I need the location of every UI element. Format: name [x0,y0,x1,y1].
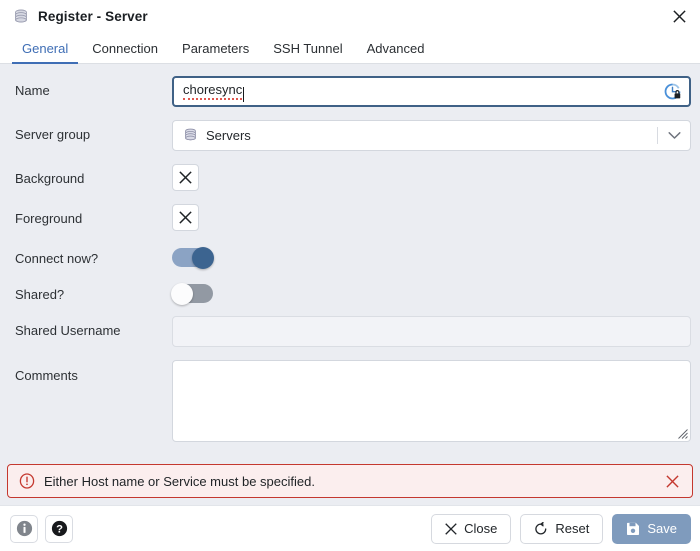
server-group-label: Server group [15,127,91,142]
tab-ssh-tunnel[interactable]: SSH Tunnel [261,33,354,63]
register-server-dialog: Register - Server General Connection Par… [0,0,700,551]
server-stack-icon [15,9,27,22]
field-row-connect-now: Connect now? [9,244,691,269]
tab-ssh-tunnel-label: SSH Tunnel [273,40,343,56]
tab-connection-label: Connection [92,40,159,56]
reset-button-label: Reset [555,521,590,536]
field-row-foreground: Foreground [9,204,691,231]
chevron-down-icon[interactable] [658,131,690,140]
field-row-shared-username: Shared Username [9,316,691,347]
dialog-title: Register - Server [38,9,148,24]
error-message-text: Either Host name or Service must be spec… [44,473,315,489]
tab-general-label: General [22,40,69,56]
comments-textarea[interactable] [172,360,691,442]
field-row-server-group: Server group Servers [9,120,691,151]
field-row-background: Background [9,164,691,191]
close-button-label: Close [464,521,498,536]
info-icon [16,520,32,537]
error-alert-banner: Either Host name or Service must be spec… [7,464,693,498]
reset-rotate-icon [534,521,548,536]
x-icon [445,522,457,535]
text-caret [243,87,245,102]
floppy-save-icon [626,522,640,536]
tab-advanced[interactable]: Advanced [355,33,437,63]
shared-username-input [172,316,691,347]
toggle-knob [171,282,193,305]
field-row-name: Name choresync [9,76,691,107]
tab-parameters-label: Parameters [182,40,250,56]
reset-button[interactable]: Reset [520,513,604,544]
name-input[interactable]: choresync [172,76,691,107]
help-button[interactable]: ? [45,514,73,543]
server-group-icon [185,128,196,141]
field-row-shared: Shared? [9,280,691,305]
shared-username-label: Shared Username [15,323,121,338]
name-input-value: choresync [183,83,243,100]
server-group-selected-value: Servers [206,128,251,143]
error-exclamation-icon [19,473,35,489]
clear-color-x-icon [179,171,192,184]
close-icon [665,474,679,488]
server-group-select[interactable]: Servers [172,120,691,151]
tab-advanced-label: Advanced [366,40,425,56]
close-button[interactable]: Close [431,513,512,544]
save-button-label: Save [647,521,677,536]
tab-parameters[interactable]: Parameters [170,33,261,63]
shared-label: Shared? [15,287,65,302]
foreground-label: Foreground [15,211,83,226]
title-bar: Register - Server [0,0,700,33]
connect-now-toggle[interactable] [172,246,214,269]
tab-connection[interactable]: Connection [80,33,170,63]
background-color-clear-button[interactable] [172,164,199,191]
password-manager-lock-icon[interactable] [664,83,681,100]
background-label: Background [15,171,85,186]
tab-general[interactable]: General [10,33,80,64]
close-icon [672,10,686,23]
general-tab-panel: Name choresync Server group Servers Back… [0,64,700,461]
resize-handle-icon[interactable] [678,429,688,439]
error-dismiss-button[interactable] [662,471,682,491]
shared-toggle[interactable] [171,282,213,305]
info-button[interactable] [10,514,38,543]
dialog-footer: ? Close Reset Save [0,505,700,551]
tab-bar: General Connection Parameters SSH Tunnel… [0,33,700,64]
help-question-icon: ? [51,520,67,537]
clear-color-x-icon [179,211,192,224]
window-close-button[interactable] [664,2,694,32]
comments-label: Comments [15,368,78,383]
name-label: Name [15,83,50,98]
connect-now-label: Connect now? [15,251,99,266]
save-button[interactable]: Save [612,513,691,544]
foreground-color-clear-button[interactable] [172,204,199,231]
field-row-comments: Comments [9,360,691,442]
toggle-knob [192,246,214,269]
svg-text:?: ? [56,524,63,536]
